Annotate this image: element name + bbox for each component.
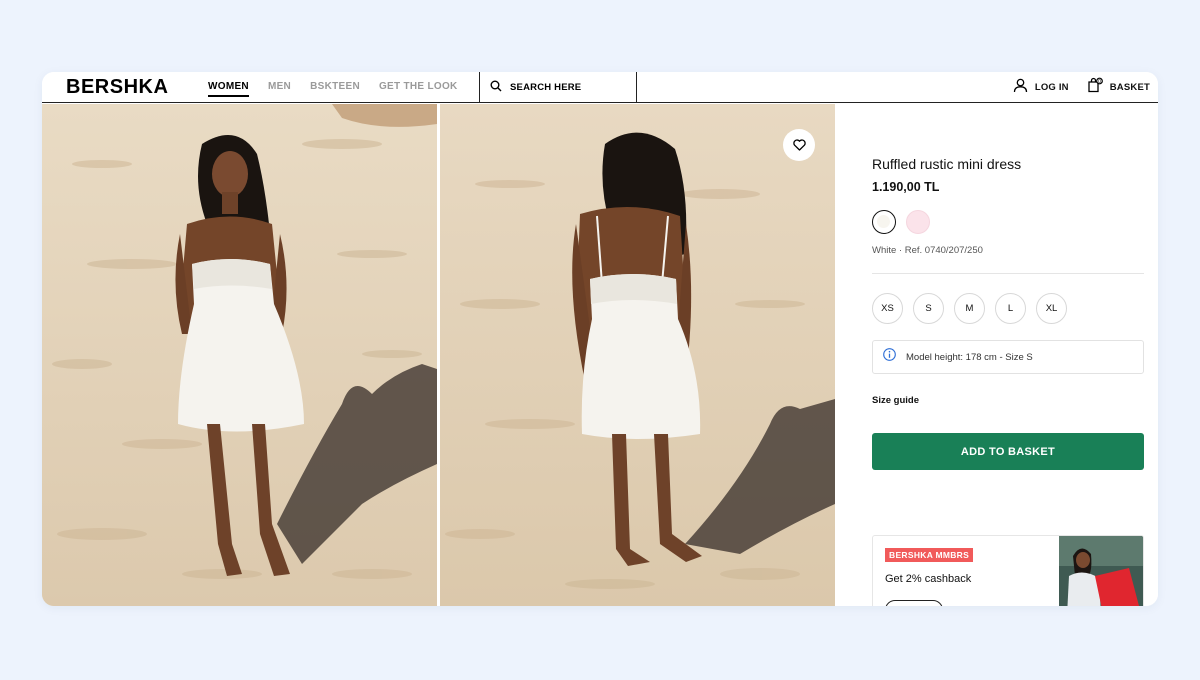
app-window: BERSHKA WOMEN MEN BSKTEEN GET THE LOOK S… xyxy=(42,72,1158,606)
login-button[interactable]: LOG IN xyxy=(1013,78,1069,98)
size-xl-button[interactable]: XL xyxy=(1036,293,1067,324)
promo-badge: BERSHKA MMBRS xyxy=(885,548,974,562)
size-s-button[interactable]: S xyxy=(913,293,944,324)
color-reference: White · Ref. 0740/207/250 xyxy=(872,245,983,256)
top-header: BERSHKA WOMEN MEN BSKTEEN GET THE LOOK S… xyxy=(42,72,1158,103)
basket-label: BASKET xyxy=(1109,82,1150,93)
divider xyxy=(872,273,1144,274)
color-swatch-pink[interactable] xyxy=(906,210,930,234)
size-l-button[interactable]: L xyxy=(995,293,1026,324)
nav-men[interactable]: MEN xyxy=(268,72,291,103)
product-photo-back[interactable] xyxy=(440,104,835,606)
add-to-basket-button[interactable]: ADD TO BASKET xyxy=(872,433,1144,470)
brand-logo[interactable]: BERSHKA xyxy=(66,76,168,99)
model-info-box: Model height: 178 cm - Size S xyxy=(872,340,1144,374)
product-details-panel: Ruffled rustic mini dress 1.190,00 TL Wh… xyxy=(835,104,1158,606)
search-bar[interactable]: SEARCH HERE xyxy=(479,72,637,103)
size-m-button[interactable]: M xyxy=(954,293,985,324)
product-title: Ruffled rustic mini dress xyxy=(872,156,1022,172)
info-icon xyxy=(883,348,896,366)
color-swatch-white[interactable] xyxy=(872,210,896,234)
login-label: LOG IN xyxy=(1034,82,1069,93)
user-icon xyxy=(1013,78,1028,98)
main-nav: WOMEN MEN BSKTEEN GET THE LOOK xyxy=(208,72,477,103)
model-info-text: Model height: 178 cm - Size S xyxy=(906,351,1033,363)
promo-image xyxy=(1059,536,1143,606)
header-actions: LOG IN 0 BASKET xyxy=(995,72,1150,103)
basket-button[interactable]: 0 BASKET xyxy=(1087,77,1150,98)
nav-bskteen[interactable]: BSKTEEN xyxy=(310,72,360,103)
favorite-button[interactable] xyxy=(783,129,815,161)
product-photo-front[interactable] xyxy=(42,104,437,606)
size-selector: XS S M L XL xyxy=(872,293,1077,324)
basket-icon: 0 xyxy=(1087,77,1103,98)
size-xs-button[interactable]: XS xyxy=(872,293,903,324)
nav-get-the-look[interactable]: GET THE LOOK xyxy=(379,72,458,103)
members-promo-card[interactable]: BERSHKA MMBRS Get 2% cashback xyxy=(872,535,1144,606)
search-label: SEARCH HERE xyxy=(510,82,582,93)
size-guide-link[interactable]: Size guide xyxy=(872,395,919,406)
svg-text:0: 0 xyxy=(1098,79,1101,85)
product-price: 1.190,00 TL xyxy=(872,180,940,194)
search-icon xyxy=(490,79,502,97)
promo-button[interactable] xyxy=(885,600,943,606)
nav-women[interactable]: WOMEN xyxy=(208,72,249,103)
promo-text: Get 2% cashback xyxy=(885,573,972,585)
heart-icon xyxy=(792,139,806,151)
